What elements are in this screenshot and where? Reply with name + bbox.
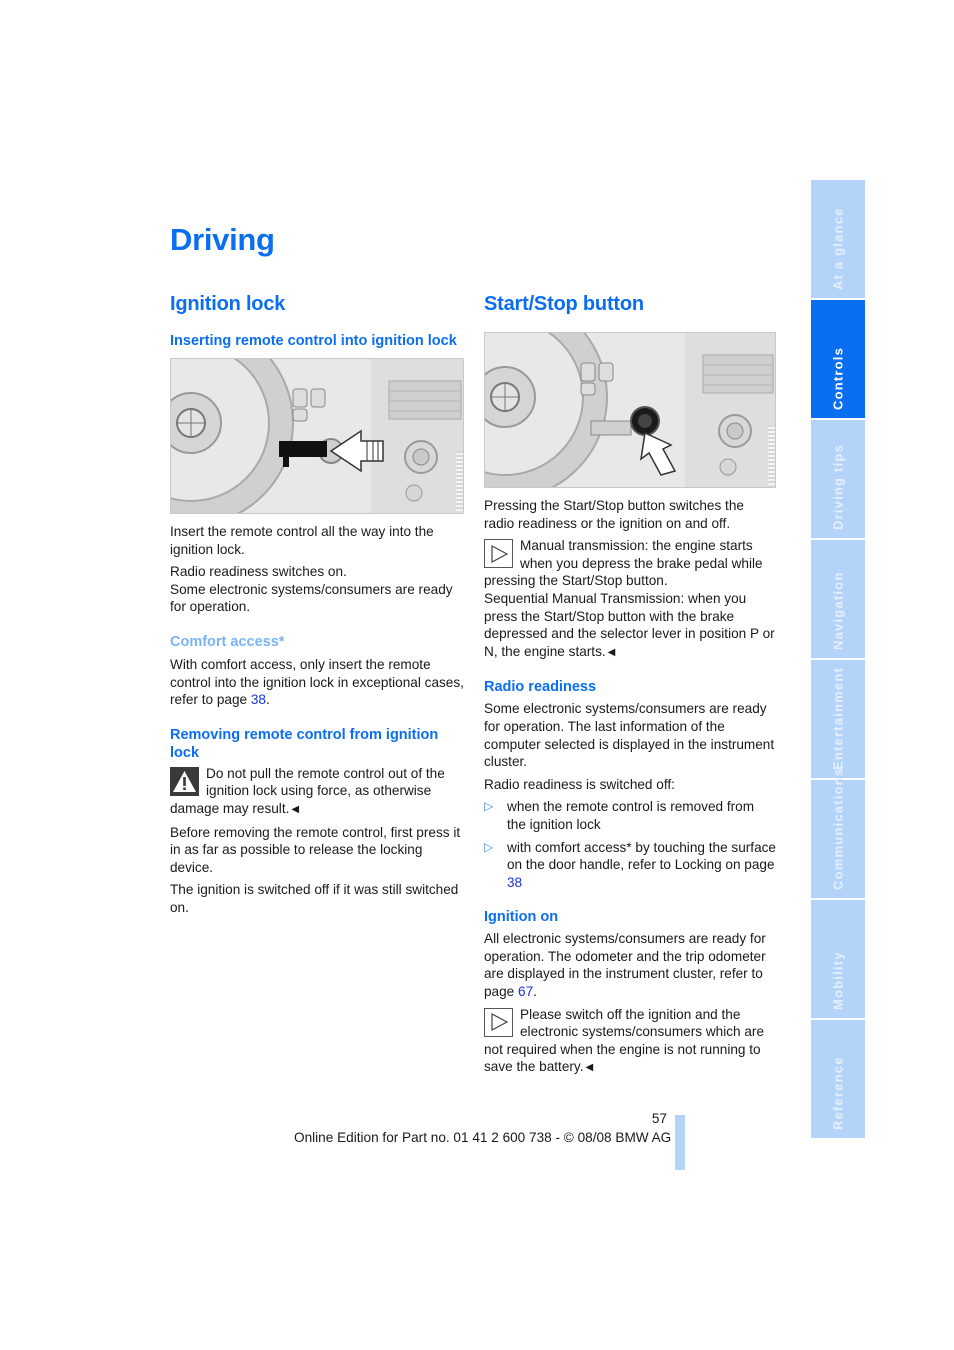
tab-communications[interactable]: Communications (811, 768, 865, 898)
tab-reference[interactable]: Reference (811, 1020, 865, 1138)
ignition-on-text-end: . (533, 984, 537, 1000)
warning-note: Do not pull the remote control out of th… (170, 765, 466, 819)
battery-note-text: Please switch off the ignition and the e… (484, 1006, 776, 1077)
transmission-note-text-1: Manual transmission: the engine starts w… (484, 538, 763, 589)
inserting-text-2a: Radio readiness switches on. (170, 564, 347, 580)
transmission-note: Manual transmission: the engine starts w… (484, 537, 776, 661)
battery-note-text-body: Please switch off the ignition and the e… (484, 1006, 765, 1075)
section-heading-start-stop: Start/Stop button (484, 293, 644, 315)
note-triangle-icon (484, 1007, 513, 1037)
inserting-text-1: Insert the remote control all the way in… (170, 524, 434, 557)
tab-entertainment[interactable]: Entertainment (811, 660, 865, 778)
end-mark-icon: ◀ (291, 803, 300, 815)
tab-label: Driving tips (830, 444, 846, 530)
tab-navigation[interactable]: Navigation (811, 540, 865, 658)
tab-label: Communications (830, 767, 846, 890)
page-link-67[interactable]: 67 (518, 984, 533, 999)
tab-label: Controls (830, 346, 846, 410)
subheading-inserting: Inserting remote control into ignition l… (170, 333, 457, 349)
figure-start-stop-button (484, 332, 776, 488)
tab-label: At a glance (830, 207, 846, 290)
removing-text-1: Before removing the remote control, firs… (170, 824, 461, 875)
list-item: ▷ when the remote control is removed from… (484, 798, 776, 833)
end-mark-icon: ◀ (585, 1062, 594, 1074)
tab-label: Reference (830, 1056, 846, 1130)
chapter-tabs: At a glance Controls Driving tips Naviga… (811, 180, 865, 1140)
list-item: ▷ with comfort access* by touching the su… (484, 839, 776, 892)
ignition-on-text: All electronic systems/consumers are rea… (484, 930, 776, 1000)
subheading-comfort-access: Comfort access* (170, 633, 285, 650)
page-link-38[interactable]: 38 (251, 692, 266, 707)
figure-code (456, 451, 463, 511)
comfort-access-text-end: . (265, 692, 270, 708)
warning-text-body: Do not pull the remote control out of th… (170, 765, 445, 816)
subheading-removing: Removing remote control from ignition lo… (170, 726, 439, 761)
figure-ignition-lock (170, 358, 464, 514)
page-title: Driving (170, 222, 275, 257)
section-heading-ignition-lock: Ignition lock (170, 293, 286, 315)
right-column: Start/Stop button Pressing the Start/Sto… (484, 290, 776, 1077)
page-number: 57 (651, 1111, 667, 1126)
inserting-text-2b: Some electronic systems/consumers are re… (170, 581, 453, 615)
tab-label: Navigation (830, 571, 846, 650)
bullet-arrow-icon: ▷ (484, 799, 494, 814)
page-link-38[interactable]: 38 (507, 875, 522, 890)
warning-triangle-icon (170, 766, 199, 796)
transmission-note-text-2-body: Sequential Manual Transmission: when you… (484, 590, 775, 659)
footer-marker (675, 1115, 685, 1170)
bullet-arrow-icon: ▷ (484, 839, 494, 854)
note-triangle-icon (484, 539, 513, 569)
removing-text-2: The ignition is switched off if it was s… (170, 882, 459, 915)
steering-wheel-illustration (171, 359, 463, 513)
tab-label: Entertainment (830, 666, 846, 770)
start-stop-intro: Pressing the Start/Stop button switches … (484, 498, 744, 531)
comfort-access-text: With comfort access, only insert the rem… (170, 656, 466, 709)
tab-driving-tips[interactable]: Driving tips (811, 420, 865, 538)
figure-code (768, 425, 775, 485)
tab-mobility[interactable]: Mobility (811, 900, 865, 1018)
subheading-ignition-on: Ignition on (484, 909, 559, 926)
comfort-access-text-body: With comfort access, only insert the rem… (170, 656, 464, 708)
tab-label: Mobility (830, 951, 846, 1010)
radio-readiness-text-1: Some electronic systems/consumers are re… (484, 701, 775, 770)
transmission-note-text-2: Sequential Manual Transmission: when you… (484, 590, 776, 661)
tab-at-a-glance[interactable]: At a glance (811, 180, 865, 298)
list-item-text: when the remote control is removed from … (507, 799, 755, 832)
warning-text: Do not pull the remote control out of th… (170, 765, 466, 819)
subheading-radio-readiness: Radio readiness (484, 679, 597, 696)
tab-controls[interactable]: Controls (811, 300, 865, 418)
left-column: Ignition lock Inserting remote control i… (170, 290, 466, 917)
footer-edition: Online Edition for Part no. 01 41 2 600 … (294, 1130, 672, 1145)
list-item-text: with comfort access* by touching the sur… (507, 839, 776, 873)
start-stop-illustration (485, 333, 775, 487)
radio-readiness-list: ▷ when the remote control is removed from… (484, 798, 776, 891)
battery-note: Please switch off the ignition and the e… (484, 1006, 776, 1077)
end-mark-icon: ◀ (607, 646, 616, 658)
radio-readiness-text-2: Radio readiness is switched off: (484, 776, 675, 792)
